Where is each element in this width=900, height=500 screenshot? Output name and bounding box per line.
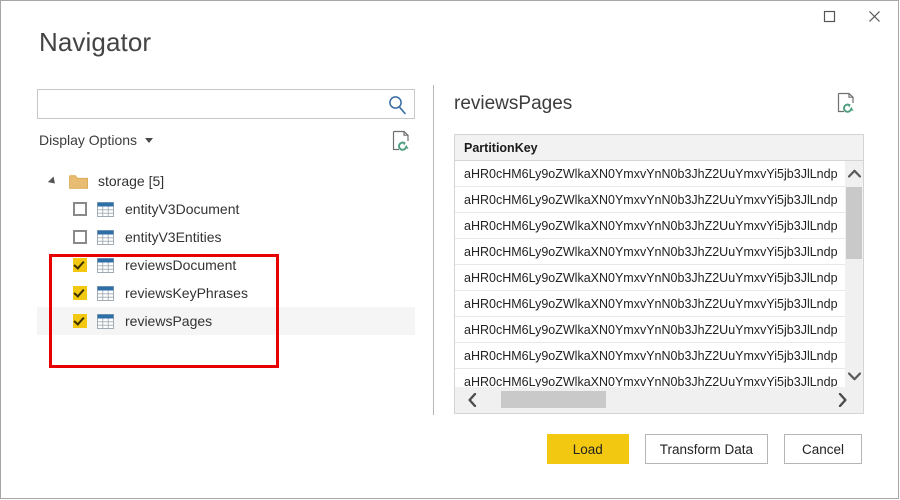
- cancel-button[interactable]: Cancel: [784, 434, 862, 464]
- cell-partitionkey: aHR0cHM6Ly9oZWlkaXN0YmxvYnN0b3JhZ2UuYmxv…: [464, 296, 838, 311]
- object-tree: storage [5] entityV3Document entityV3Ent…: [37, 167, 415, 335]
- table-icon: [97, 313, 114, 329]
- checkbox-unchecked-icon[interactable]: [73, 230, 87, 244]
- table-row[interactable]: aHR0cHM6Ly9oZWlkaXN0YmxvYnN0b3JhZ2UuYmxv…: [455, 291, 863, 317]
- column-header-partitionkey[interactable]: PartitionKey: [455, 141, 538, 155]
- scroll-left-button[interactable]: [461, 387, 483, 413]
- close-icon: [869, 10, 880, 22]
- table-row[interactable]: aHR0cHM6Ly9oZWlkaXN0YmxvYnN0b3JhZ2UuYmxv…: [455, 265, 863, 291]
- options-row: Display Options: [37, 129, 417, 155]
- cell-partitionkey: aHR0cHM6Ly9oZWlkaXN0YmxvYnN0b3JhZ2UuYmxv…: [464, 192, 838, 207]
- cell-partitionkey: aHR0cHM6Ly9oZWlkaXN0YmxvYnN0b3JhZ2UuYmxv…: [464, 218, 838, 233]
- search-box[interactable]: [37, 89, 415, 119]
- cell-partitionkey: aHR0cHM6Ly9oZWlkaXN0YmxvYnN0b3JhZ2UuYmxv…: [464, 322, 838, 337]
- vertical-scroll-thumb[interactable]: [846, 187, 862, 259]
- chevron-right-icon: [838, 393, 847, 407]
- chevron-left-icon: [467, 393, 476, 407]
- folder-icon: [69, 174, 88, 189]
- tree-item-reviewsPages[interactable]: reviewsPages: [37, 307, 415, 335]
- preview-title: reviewsPages: [454, 93, 573, 114]
- navigation-pane: Display Options storage [5] entityV3Docu…: [37, 89, 417, 419]
- chevron-up-icon: [847, 169, 861, 178]
- chevron-expanded-icon[interactable]: [49, 175, 61, 187]
- preview-refresh-document-icon[interactable]: [836, 91, 858, 115]
- search-input[interactable]: [38, 90, 382, 118]
- table-row[interactable]: aHR0cHM6Ly9oZWlkaXN0YmxvYnN0b3JhZ2UuYmxv…: [455, 317, 863, 343]
- maximize-icon: [823, 10, 836, 22]
- horizontal-scroll-thumb[interactable]: [501, 391, 606, 408]
- load-button[interactable]: Load: [546, 434, 629, 464]
- table-row[interactable]: aHR0cHM6Ly9oZWlkaXN0YmxvYnN0b3JhZ2UuYmxv…: [455, 239, 863, 265]
- transform-data-button[interactable]: Transform Data: [644, 434, 768, 464]
- table-row[interactable]: aHR0cHM6Ly9oZWlkaXN0YmxvYnN0b3JhZ2UuYmxv…: [455, 213, 863, 239]
- checkbox-unchecked-icon[interactable]: [73, 202, 87, 216]
- tree-item-label: entityV3Document: [125, 201, 240, 217]
- refresh-document-glyph: [392, 130, 409, 151]
- preview-table: PartitionKey aHR0cHM6Ly9oZWlkaXN0YmxvYnN…: [454, 134, 864, 414]
- pane-splitter[interactable]: [433, 85, 434, 415]
- checkbox-checked-icon[interactable]: [73, 286, 87, 300]
- cell-partitionkey: aHR0cHM6Ly9oZWlkaXN0YmxvYnN0b3JhZ2UuYmxv…: [464, 374, 838, 389]
- cell-partitionkey: aHR0cHM6Ly9oZWlkaXN0YmxvYnN0b3JhZ2UuYmxv…: [464, 348, 838, 363]
- horizontal-scrollbar[interactable]: [455, 387, 863, 413]
- display-options-dropdown[interactable]: Display Options: [39, 132, 154, 148]
- screen: Navigator Display Options storage [5] en…: [0, 0, 900, 500]
- close-button[interactable]: [852, 1, 897, 31]
- table-icon: [97, 229, 114, 245]
- tree-item-label: reviewsDocument: [125, 257, 237, 273]
- display-options-label: Display Options: [39, 132, 138, 148]
- table-icon: [97, 257, 114, 273]
- table-row[interactable]: aHR0cHM6Ly9oZWlkaXN0YmxvYnN0b3JhZ2UuYmxv…: [455, 161, 863, 187]
- table-icon: [97, 285, 114, 301]
- cell-partitionkey: aHR0cHM6Ly9oZWlkaXN0YmxvYnN0b3JhZ2UuYmxv…: [464, 244, 838, 259]
- dialog-title: Navigator: [39, 27, 152, 57]
- refresh-document-icon[interactable]: [391, 129, 413, 153]
- tree-item-reviewsDocument[interactable]: reviewsDocument: [37, 251, 415, 279]
- vertical-scrollbar[interactable]: [845, 161, 863, 388]
- tree-item-label: entityV3Entities: [125, 229, 222, 245]
- scroll-up-button[interactable]: [845, 164, 863, 182]
- tree-node-storage[interactable]: storage [5]: [37, 167, 415, 195]
- table-body: aHR0cHM6Ly9oZWlkaXN0YmxvYnN0b3JhZ2UuYmxv…: [455, 161, 863, 388]
- table-row[interactable]: aHR0cHM6Ly9oZWlkaXN0YmxvYnN0b3JhZ2UuYmxv…: [455, 187, 863, 213]
- table-row[interactable]: aHR0cHM6Ly9oZWlkaXN0YmxvYnN0b3JhZ2UuYmxv…: [455, 343, 863, 369]
- cell-partitionkey: aHR0cHM6Ly9oZWlkaXN0YmxvYnN0b3JhZ2UuYmxv…: [464, 166, 838, 181]
- table-header-row: PartitionKey: [455, 135, 863, 161]
- tree-item-label: reviewsPages: [125, 313, 213, 329]
- tree-node-label: storage [5]: [98, 173, 165, 189]
- table-row[interactable]: aHR0cHM6Ly9oZWlkaXN0YmxvYnN0b3JhZ2UuYmxv…: [455, 369, 863, 389]
- chevron-down-icon: [847, 371, 861, 380]
- table-icon: [97, 201, 114, 217]
- tree-item-label: reviewsKeyPhrases: [125, 285, 248, 301]
- chevron-down-icon: [145, 137, 154, 143]
- tree-item-entityV3Document[interactable]: entityV3Document: [37, 195, 415, 223]
- tree-item-entityV3Entities[interactable]: entityV3Entities: [37, 223, 415, 251]
- scroll-right-button[interactable]: [831, 387, 853, 413]
- dialog-footer: Load Transform Data Cancel: [546, 434, 862, 464]
- checkbox-checked-icon[interactable]: [73, 258, 87, 272]
- tree-item-reviewsKeyPhrases[interactable]: reviewsKeyPhrases: [37, 279, 415, 307]
- search-icon[interactable]: [387, 94, 408, 115]
- refresh-document-glyph: [837, 92, 854, 113]
- checkbox-checked-icon[interactable]: [73, 314, 87, 328]
- maximize-button[interactable]: [807, 1, 852, 31]
- scroll-down-button[interactable]: [845, 367, 863, 385]
- cell-partitionkey: aHR0cHM6Ly9oZWlkaXN0YmxvYnN0b3JhZ2UuYmxv…: [464, 270, 838, 285]
- navigator-dialog: Navigator Display Options storage [5] en…: [0, 0, 899, 499]
